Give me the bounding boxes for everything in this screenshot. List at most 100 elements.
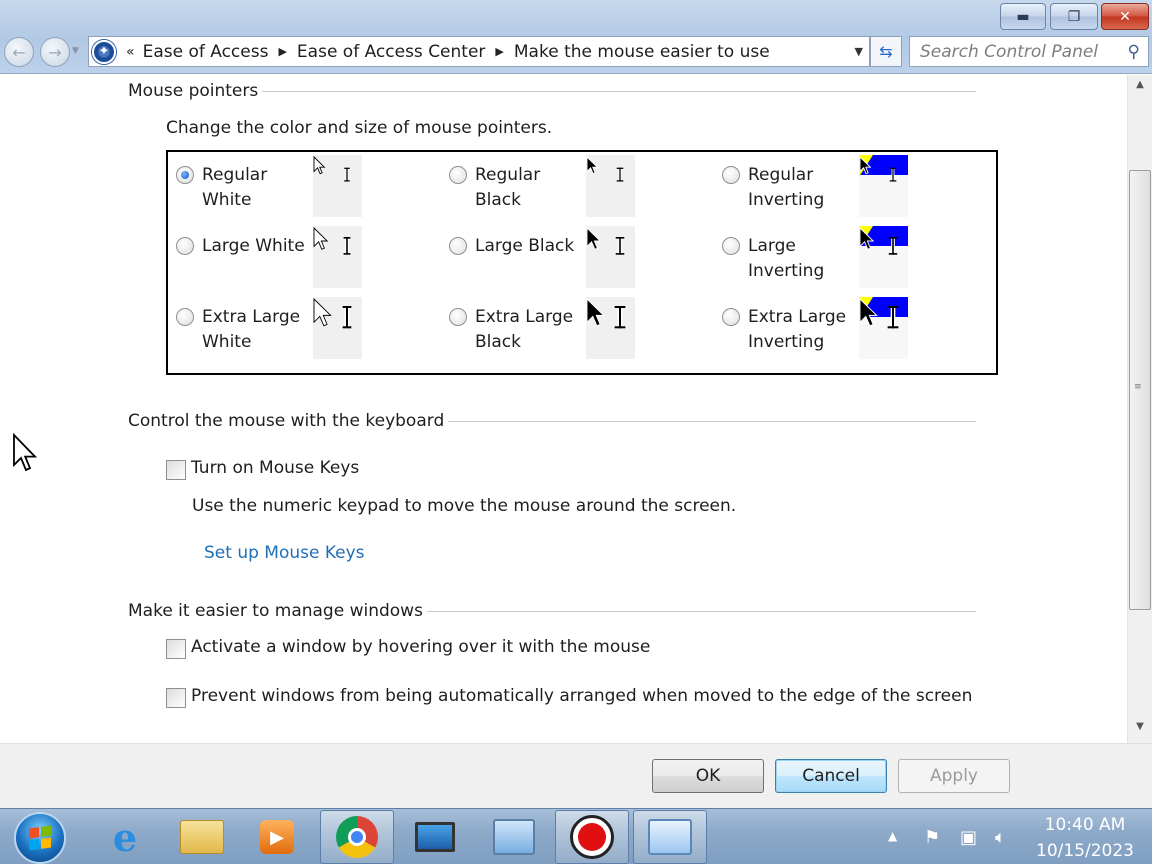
- pointer-radio[interactable]: [722, 237, 740, 255]
- clock-date[interactable]: 10/15/2023: [1030, 841, 1140, 861]
- taskbar-internet-explorer[interactable]: e: [88, 810, 162, 864]
- setup-mouse-keys-link[interactable]: Set up Mouse Keys: [204, 543, 365, 563]
- hover-activate-label[interactable]: Activate a window by hovering over it wi…: [191, 637, 650, 657]
- windows-logo-icon: [29, 825, 51, 851]
- restore-button[interactable]: ❐: [1050, 3, 1098, 30]
- pointer-option-label[interactable]: Regular White: [202, 163, 312, 213]
- section-heading-windows: Make it easier to manage windows: [128, 601, 976, 621]
- settings-content: Mouse pointers Change the color and size…: [0, 75, 1127, 743]
- recorder-icon: [570, 815, 614, 859]
- search-icon[interactable]: ⚲: [1128, 42, 1140, 62]
- breadcrumb-current-page[interactable]: Make the mouse easier to use: [514, 42, 770, 62]
- pointer-preview-black-large-icon: [586, 226, 635, 288]
- section-heading-text: Make it easier to manage windows: [128, 601, 423, 621]
- action-center-flag-icon[interactable]: ⚑: [924, 827, 940, 848]
- forward-button[interactable]: →: [40, 37, 70, 67]
- show-hidden-icons-icon[interactable]: ▲: [888, 829, 897, 843]
- refresh-button[interactable]: ⇆: [870, 36, 902, 67]
- window-title-bar: ▬ ❐ ✕ ← → ▼ ✦ « Ease of Access ▶ Ease of…: [0, 0, 1152, 74]
- pointer-radio[interactable]: [176, 237, 194, 255]
- pointer-option-label[interactable]: Large Inverting: [748, 234, 858, 284]
- chevron-double-left-icon[interactable]: «: [126, 44, 135, 60]
- taskbar-media-player[interactable]: ▶: [240, 810, 314, 864]
- pointer-radio[interactable]: [449, 308, 467, 326]
- breadcrumb-separator-icon[interactable]: ▶: [495, 45, 503, 58]
- remote-desktop-icon: [415, 822, 455, 852]
- taskbar-file-explorer[interactable]: [165, 810, 239, 864]
- refresh-icon: ⇆: [879, 42, 893, 61]
- restore-icon: ❐: [1067, 8, 1081, 25]
- hover-activate-checkbox[interactable]: [166, 639, 186, 659]
- address-bar[interactable]: ✦ « Ease of Access ▶ Ease of Access Cent…: [88, 36, 870, 67]
- pointer-option-label[interactable]: Regular Black: [475, 163, 585, 213]
- divider: [262, 90, 976, 92]
- search-input[interactable]: Search Control Panel ⚲: [909, 36, 1149, 67]
- vertical-scrollbar[interactable]: ▲ ≡ ▼: [1127, 75, 1152, 743]
- taskbar: e ▶ ▲ ⚑ ▣ 🔈︎ 10:40 AM 10/15/2023: [0, 808, 1152, 864]
- prevent-arrange-label[interactable]: Prevent windows from being automatically…: [191, 686, 972, 706]
- pointer-preview-inverting-xlarge-icon: [859, 297, 908, 359]
- start-button[interactable]: [14, 812, 66, 864]
- system-tray: ▲ ⚑ ▣ 🔈︎ 10:40 AM 10/15/2023: [880, 809, 1152, 864]
- volume-muted-icon[interactable]: 🔈︎: [995, 827, 1006, 848]
- mouse-keys-checkbox[interactable]: [166, 460, 186, 480]
- minimize-button[interactable]: ▬: [1000, 3, 1046, 30]
- control-panel-icon: ✦: [92, 39, 116, 64]
- pointer-radio[interactable]: [722, 166, 740, 184]
- ok-button[interactable]: OK: [652, 759, 764, 793]
- apply-button[interactable]: Apply: [898, 759, 1010, 793]
- pointer-option-label[interactable]: Large White: [202, 234, 312, 259]
- arrow-left-icon: ←: [12, 42, 26, 62]
- pointer-radio[interactable]: [449, 237, 467, 255]
- pointer-option-label[interactable]: Extra Large Black: [475, 305, 585, 355]
- pointer-option-label[interactable]: Extra Large Inverting: [748, 305, 858, 355]
- close-icon: ✕: [1119, 8, 1131, 25]
- clock-time[interactable]: 10:40 AM: [1030, 815, 1140, 835]
- scroll-down-icon[interactable]: ▼: [1128, 721, 1152, 741]
- scroll-up-icon[interactable]: ▲: [1128, 79, 1152, 99]
- cancel-button[interactable]: Cancel: [775, 759, 887, 793]
- pointer-option-label[interactable]: Regular Inverting: [748, 163, 858, 213]
- pointer-preview-black-regular-icon: [586, 155, 635, 217]
- media-player-icon: ▶: [260, 820, 294, 854]
- pointer-radio[interactable]: [449, 166, 467, 184]
- section-heading-mouse-pointers: Mouse pointers: [128, 81, 976, 101]
- section-heading-text: Mouse pointers: [128, 81, 259, 101]
- recent-pages-dropdown[interactable]: ▼: [72, 46, 79, 56]
- pointer-preview-black-xlarge-icon: [586, 297, 635, 359]
- pointer-option-label[interactable]: Extra Large White: [202, 305, 312, 355]
- pointer-scheme-grid: Regular White Regular Black Regular Invert…: [166, 150, 998, 375]
- pointer-preview-inverting-large-icon: [859, 226, 908, 288]
- mouse-keys-label[interactable]: Turn on Mouse Keys: [191, 458, 359, 478]
- on-screen-keyboard-icon: [493, 819, 535, 855]
- pointer-preview-white-xlarge-icon: [313, 297, 362, 359]
- pointer-preview-inverting-regular-icon: [859, 155, 908, 217]
- back-button[interactable]: ←: [4, 37, 34, 67]
- prevent-arrange-checkbox[interactable]: [166, 688, 186, 708]
- taskbar-on-screen-keyboard[interactable]: [477, 810, 551, 864]
- file-explorer-icon: [180, 820, 224, 854]
- pointer-preview-white-regular-icon: [313, 155, 362, 217]
- section-heading-keyboard: Control the mouse with the keyboard: [128, 411, 976, 431]
- close-button[interactable]: ✕: [1101, 3, 1149, 30]
- taskbar-recorder[interactable]: [555, 810, 629, 864]
- pointer-radio[interactable]: [176, 166, 194, 184]
- pointer-option-label[interactable]: Large Black: [475, 234, 585, 259]
- taskbar-control-panel[interactable]: [633, 810, 707, 864]
- pointer-radio[interactable]: [176, 308, 194, 326]
- chrome-icon: [336, 816, 378, 858]
- minimize-icon: ▬: [1016, 8, 1030, 25]
- mouse-cursor-icon: [13, 433, 38, 472]
- taskbar-remote-desktop[interactable]: [398, 810, 472, 864]
- network-icon[interactable]: ▣: [960, 827, 977, 848]
- pointer-radio[interactable]: [722, 308, 740, 326]
- breadcrumb-ease-of-access-center[interactable]: Ease of Access Center: [297, 42, 486, 62]
- address-dropdown-icon[interactable]: ▼: [855, 45, 863, 58]
- breadcrumb-separator-icon[interactable]: ▶: [278, 45, 286, 58]
- dialog-footer: OK Cancel Apply: [0, 743, 1152, 808]
- divider: [426, 610, 976, 612]
- breadcrumb-ease-of-access[interactable]: Ease of Access: [143, 42, 269, 62]
- pointer-preview-white-large-icon: [313, 226, 362, 288]
- mouse-keys-description: Use the numeric keypad to move the mouse…: [192, 496, 737, 516]
- taskbar-chrome[interactable]: [320, 810, 394, 864]
